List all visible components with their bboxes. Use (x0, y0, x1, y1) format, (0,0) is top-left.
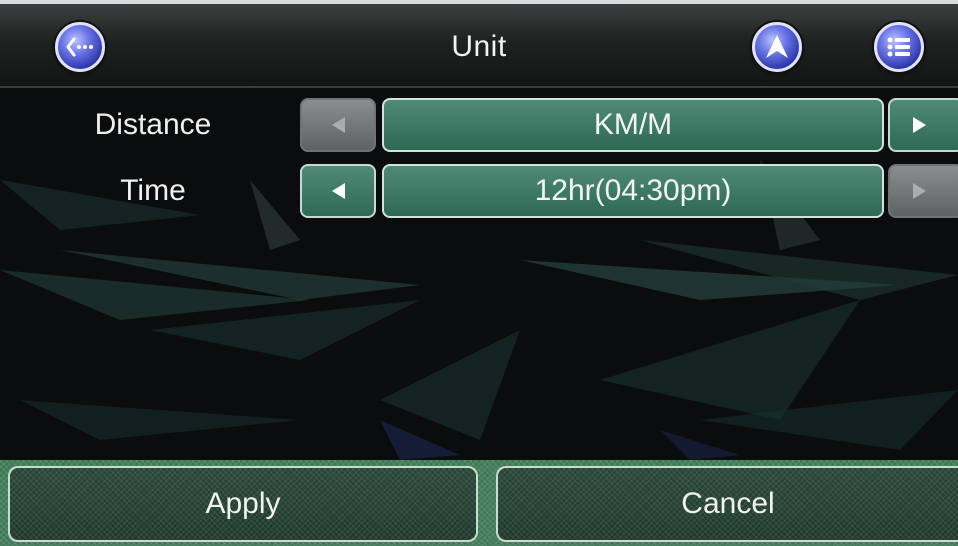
arrow-left-icon (332, 117, 345, 133)
time-prev-button[interactable] (300, 164, 376, 218)
title-bar: Unit (0, 0, 958, 88)
action-bar: Apply Cancel (0, 460, 958, 546)
menu-button[interactable] (874, 22, 924, 72)
arrow-left-icon (332, 183, 345, 199)
distance-prev-button[interactable] (300, 98, 376, 152)
navigation-button[interactable] (752, 22, 802, 72)
setting-row-distance: Distance KM/M (0, 96, 958, 154)
distance-value: KM/M (382, 98, 884, 152)
arrow-right-icon (913, 117, 926, 133)
distance-label: Distance (94, 108, 212, 141)
arrow-right-icon (913, 183, 926, 199)
navigation-arrow-icon (766, 35, 788, 58)
apply-button[interactable]: Apply (8, 466, 478, 542)
distance-next-button[interactable] (888, 98, 958, 152)
page-title: Unit (451, 30, 507, 63)
cancel-button[interactable]: Cancel (496, 466, 958, 542)
list-menu-icon (887, 37, 910, 57)
time-next-button[interactable] (888, 164, 958, 218)
setting-row-time: Time 12hr(04:30pm) (0, 162, 958, 220)
time-value: 12hr(04:30pm) (382, 164, 884, 218)
time-label: Time (120, 174, 186, 207)
